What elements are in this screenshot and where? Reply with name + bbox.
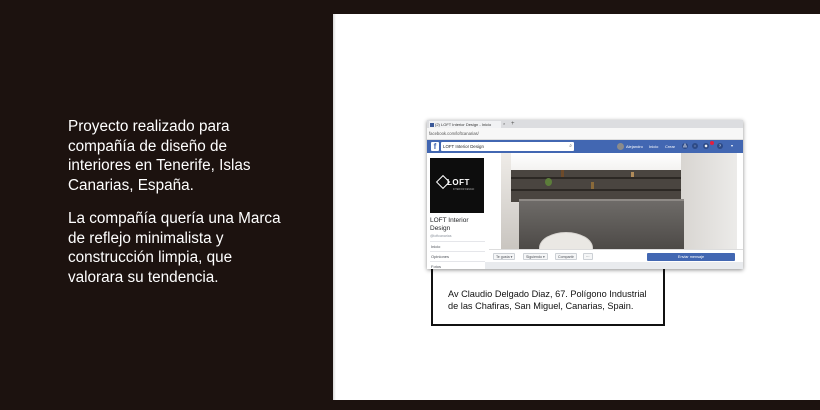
feed-background (485, 262, 743, 269)
bottom-bar (333, 400, 820, 410)
url-text: facebook.com/loftcanarias/ (429, 131, 479, 136)
intro-paragraph: Proyecto realizado para compañía de dise… (68, 117, 318, 195)
help-icon[interactable]: ? (717, 143, 723, 149)
address-text: Av Claudio Delgado Diaz, 67. Polígono In… (448, 289, 647, 312)
share-button[interactable]: Compartir (555, 253, 577, 260)
browser-mockup: (2) LOFT Interior Design - Inicio × + fa… (427, 120, 743, 269)
search-value: LOFT Interior Design (443, 144, 484, 149)
favicon-icon (430, 122, 434, 127)
address-line-2: de las Chafiras, San Miguel, Canarias, S… (448, 300, 634, 311)
profile-link[interactable]: Alejandro (626, 140, 643, 153)
cover-shelf (511, 177, 681, 179)
page-title[interactable]: LOFT Interior Design (430, 217, 482, 232)
cover-photo[interactable] (501, 153, 737, 249)
cover-shelf-area (511, 170, 681, 202)
tab-title: (2) LOFT Interior Design - Inicio (435, 122, 492, 127)
chevron-down-icon[interactable]: ▾ (729, 143, 735, 149)
brand-line: de reflejo minimalista y (68, 229, 224, 247)
intro-line: Proyecto realizado para (68, 118, 230, 135)
follow-button[interactable]: Siguiendo ▾ (523, 253, 548, 260)
brand-paragraph: La compañía quería una Marca de reflejo … (68, 209, 318, 287)
page-sidebar: LOFT INTERIOR DESIGN LOFT Interior Desig… (427, 153, 485, 269)
logo-text: LOFT (447, 178, 470, 187)
cover-shelf (511, 189, 681, 191)
address-line-1: Av Claudio Delgado Diaz, 67. Polígono In… (448, 289, 647, 299)
intro-line: compañía de diseño de (68, 137, 228, 155)
brand-line: valorara su tendencia. (68, 268, 219, 286)
like-button[interactable]: Te gusta ▾ (493, 253, 516, 260)
brand-line: La compañía quería una Marca (68, 210, 281, 227)
logo-subtitle: INTERIOR DESIGN (453, 188, 475, 191)
cover-plant (545, 178, 552, 186)
send-message-button[interactable]: Enviar mensaje (647, 253, 735, 261)
search-icon[interactable]: ⌕ (569, 142, 572, 151)
sidebar-item-opiniones[interactable]: Opiniones (430, 251, 485, 260)
new-tab-icon[interactable]: + (511, 120, 515, 128)
notifications-icon[interactable]: ◆ (703, 143, 709, 149)
sidebar-item-fotos[interactable]: Fotos (430, 261, 485, 269)
avatar[interactable] (617, 143, 624, 150)
friends-icon[interactable]: ⁂ (682, 143, 688, 149)
notification-badge (710, 141, 714, 145)
cover-bottle (561, 170, 564, 177)
brand-line: construcción limpia, que (68, 249, 233, 266)
page-handle[interactable]: @loftcanarias (430, 234, 451, 238)
panel-shadow (333, 14, 336, 400)
search-input[interactable]: LOFT Interior Design ⌕ (441, 142, 574, 151)
sidebar-item-inicio[interactable]: Inicio (430, 241, 485, 250)
facebook-header: f LOFT Interior Design ⌕ Alejandro Inici… (427, 140, 743, 153)
cover-bottle (631, 172, 634, 177)
page-logo[interactable]: LOFT INTERIOR DESIGN (430, 158, 484, 213)
intro-line: interiores en Tenerife, Islas (68, 157, 251, 174)
page-action-bar: Te gusta ▾ Siguiendo ▾ Compartir ··· Env… (489, 249, 743, 263)
browser-tab[interactable]: (2) LOFT Interior Design - Inicio (429, 121, 501, 128)
address-bar[interactable]: facebook.com/loftcanarias/ (427, 128, 743, 140)
more-button[interactable]: ··· (583, 253, 593, 260)
tab-bar: (2) LOFT Interior Design - Inicio × + (427, 120, 743, 128)
intro-line: Canarias, España. (68, 176, 194, 194)
cover-cabinet (681, 153, 737, 249)
messenger-icon[interactable]: ◌ (692, 143, 698, 149)
close-tab-icon[interactable]: × (503, 120, 505, 128)
nav-create[interactable]: Crear (665, 140, 675, 153)
cover-bottle (591, 182, 594, 189)
facebook-logo-icon[interactable]: f (431, 142, 439, 151)
nav-home[interactable]: Inicio (649, 140, 658, 153)
